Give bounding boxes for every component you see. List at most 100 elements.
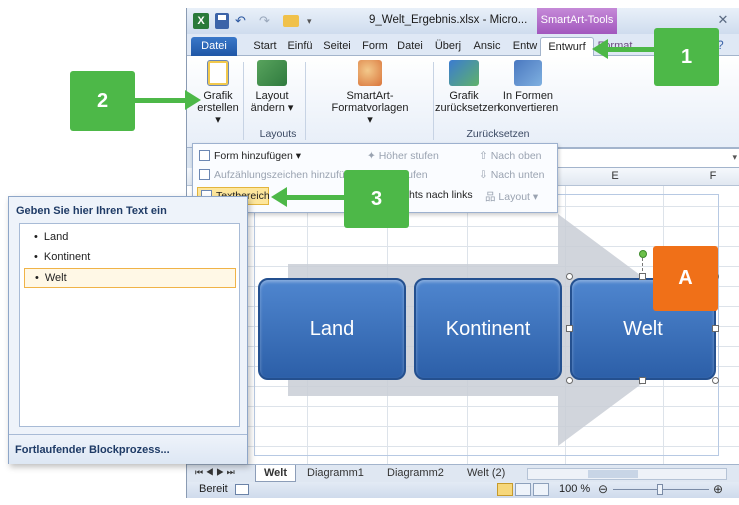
grafik-zuruecksetzen-button[interactable]: Grafik zurücksetzen [435,60,500,114]
rotation-handle[interactable] [639,250,647,258]
excel-logo-icon[interactable]: X [193,13,209,29]
open-folder-icon[interactable] [283,15,299,27]
resize-handle[interactable] [712,325,719,332]
column-header-f[interactable]: F [683,170,739,182]
grafik-erstellen-button[interactable]: Grafik erstellen ▾ [195,60,241,126]
text-pane-footer: Fortlaufender Blockprozess... [9,434,247,464]
resize-handle[interactable] [566,273,573,280]
aufzaehlung-label: Aufzählungszeichen hinzufügen [214,169,363,181]
tab-einfuegen[interactable]: Einfü [284,37,316,56]
resize-handle[interactable] [566,325,573,332]
menu-rechts-nach-links[interactable]: hts nach links [409,189,473,201]
layout-label-2: ändern ▾ [250,102,294,114]
tab-ueberpruefen[interactable]: Überj [430,37,466,56]
sheet-tab-diagramm1[interactable]: Diagramm1 [307,465,364,482]
formatvorlagen-label: SmartArt-Formatvorlagen [331,90,409,114]
ribbon-separator [433,62,434,140]
formula-bar[interactable]: ▾ [557,148,739,168]
konvertieren-label-2: konvertieren [497,102,559,114]
callout-1: 1 [654,28,719,86]
tab-ansicht[interactable]: Ansic [469,37,505,56]
formatvorlagen-dropdown-icon: ▾ [367,114,373,126]
save-icon[interactable] [215,13,229,29]
hoeher-stufen-label: Höher stufen [378,150,439,162]
menu-form-hinzufuegen[interactable]: Form hinzufügen ▾ [199,150,301,162]
text-pane-item[interactable]: Land [24,228,236,248]
text-pane-item[interactable]: Kontinent [24,248,236,268]
move-up-icon: ⇧ [479,150,491,162]
resize-handle[interactable] [639,273,646,280]
zoom-slider-thumb[interactable] [657,484,663,495]
nach-oben-label: Nach oben [490,150,542,162]
smartart-formatvorlagen-button[interactable]: SmartArt-Formatvorlagen ▾ [309,60,431,126]
menu-hoeher-stufen[interactable]: ✦ Höher stufen [367,150,439,162]
callout-2: 2 [70,71,135,131]
horizontal-scrollbar[interactable] [527,468,727,480]
layout-icon [257,60,287,86]
callout-3: 3 [344,170,409,228]
smartart-box-land[interactable]: Land [258,278,406,380]
tab-entwurf[interactable]: Entwurf [540,37,594,56]
tab-daten[interactable]: Datei [393,37,427,56]
group-label-layouts: Layouts [259,128,297,140]
menu-nach-unten[interactable]: ⇩ Nach unten [479,169,544,181]
layout-aendern-button[interactable]: Layout ändern ▾ [245,60,299,114]
zoom-in-icon[interactable]: ⊕ [713,482,723,496]
smartart-text-pane: Geben Sie hier Ihren Text ein Land Konti… [8,196,248,464]
grafik-erstellen-label: Grafik [203,90,233,102]
tab-entwicklertools[interactable]: Entw [507,37,543,56]
tab-start[interactable]: Start [249,37,281,56]
scrollbar-thumb[interactable] [588,470,638,478]
tab-formeln[interactable]: Form [359,37,391,56]
form-hinzufuegen-label: Form hinzufügen ▾ [214,150,301,162]
promote-icon: ✦ [367,150,379,162]
smartart-box-kontinent[interactable]: Kontinent [414,278,562,380]
callout-a: A [653,246,718,311]
status-ready: Bereit [199,483,228,495]
zoom-out-icon[interactable]: ⊖ [598,482,608,496]
text-pane-title: Geben Sie hier Ihren Text ein [16,205,167,217]
grafik-erstellen-label-2: erstellen ▾ [197,102,239,126]
menu-layout[interactable]: 品 Layout ▾ [485,189,538,204]
expand-formula-icon[interactable]: ▾ [732,152,737,163]
in-formen-konvertieren-button[interactable]: In Formen konvertieren [495,60,561,114]
style-gallery-icon [358,60,382,86]
resize-handle[interactable] [566,377,573,384]
sheet-nav-icon[interactable]: ⏮ ◀ ▶ ⏭ [195,467,235,478]
tab-datei[interactable]: Datei [191,37,237,56]
callout-arrow-2 [135,90,201,110]
zuruecksetzen-label: Grafik [449,90,479,102]
add-bullet-icon [199,169,210,180]
close-window-icon[interactable]: ✕ [713,12,733,28]
tab-seitenlayout[interactable]: Seitei [319,37,355,56]
sheet-tab-diagramm2[interactable]: Diagramm2 [387,465,444,482]
sheet-tab-welt[interactable]: Welt [255,465,297,482]
macro-record-icon[interactable] [235,484,249,495]
customize-qat-icon[interactable]: ▾ [307,13,321,29]
menu-nach-oben[interactable]: ⇧ Nach oben [479,150,542,162]
layout-label: Layout [255,90,289,102]
help-icon[interactable]: ? [717,38,731,52]
zoom-level[interactable]: 100 % [559,483,590,495]
redo-icon[interactable]: ↷ [259,13,273,29]
menu-aufzaehlung-hinzufuegen[interactable]: Aufzählungszeichen hinzufügen [199,169,362,181]
view-page-layout-button[interactable] [515,483,531,496]
layout-small-icon: 品 [485,191,499,203]
sheet-tab-welt-2[interactable]: Welt (2) [467,465,505,482]
view-normal-button[interactable] [497,483,513,496]
add-shape-icon [199,150,210,161]
layout-menu-label: Layout ▾ [498,191,539,203]
resize-handle[interactable] [639,377,646,384]
text-pane-item[interactable]: Welt [24,268,236,288]
callout-arrow-3 [271,187,344,207]
column-header-e[interactable]: E [585,170,645,182]
window-title: 9_Welt_Ergebnis.xlsx - Micro... [369,14,528,26]
view-page-break-button[interactable] [533,483,549,496]
resize-handle[interactable] [712,377,719,384]
move-down-icon: ⇩ [479,169,491,181]
smartart-tools-context-group: SmartArt-Tools [537,8,617,34]
undo-icon[interactable]: ↶ [235,13,249,29]
konvertieren-label: In Formen [502,90,554,102]
text-pane-list[interactable]: Land Kontinent Welt [19,223,240,427]
layout-name-link[interactable]: Fortlaufender Blockprozess... [15,444,170,456]
